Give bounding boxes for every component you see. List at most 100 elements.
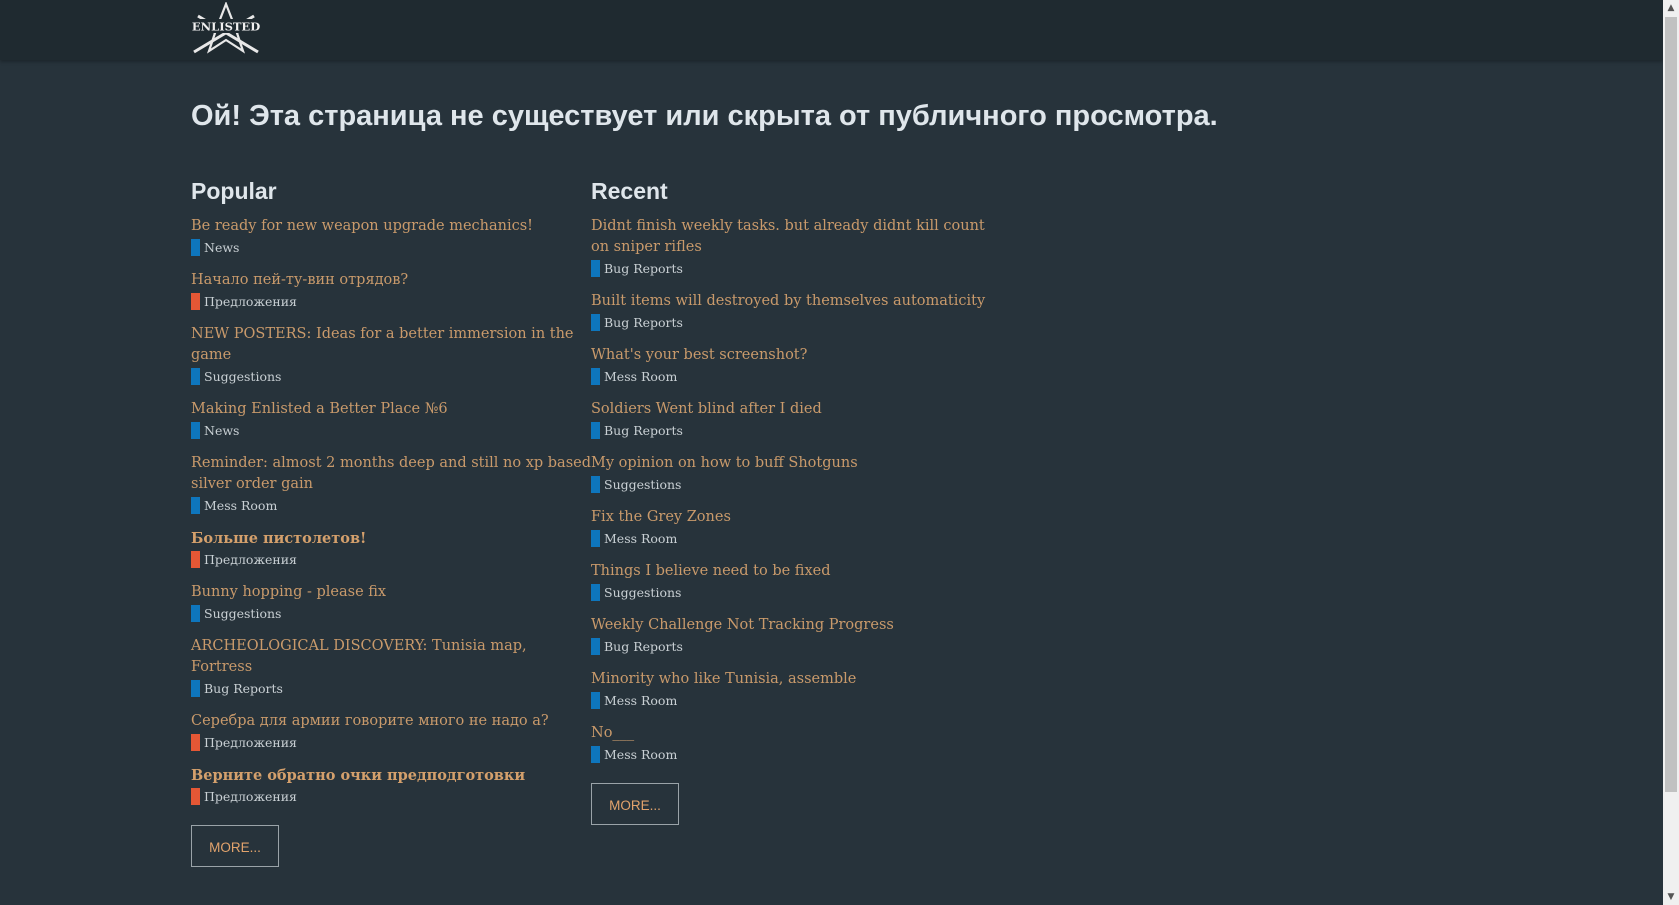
topic-link[interactable]: Things I believe need to be fixed (591, 561, 991, 582)
topic-item: Fix the Grey Zones Mess Room (591, 507, 991, 549)
topic-item: ARCHEOLOGICAL DISCOVERY: Tunisia map, Fo… (191, 636, 591, 699)
category-badge[interactable]: Mess Room (591, 690, 991, 711)
category-name[interactable]: Mess Room (604, 369, 677, 384)
category-badge[interactable]: Mess Room (591, 528, 991, 549)
category-name[interactable]: Suggestions (204, 606, 281, 621)
recent-more-button[interactable]: MORE... (591, 783, 679, 825)
scroll-down-arrow-icon[interactable]: ▼ (1663, 889, 1679, 905)
category-color-swatch (591, 368, 600, 385)
category-name[interactable]: Bug Reports (604, 315, 683, 330)
popular-more-button[interactable]: MORE... (191, 825, 279, 867)
recent-topic-list: Didnt finish weekly tasks. but already d… (591, 216, 991, 765)
category-color-swatch (591, 422, 600, 439)
topic-link[interactable]: Начало пей-ту-вин отрядов? (191, 270, 591, 291)
topic-item: Reminder: almost 2 months deep and still… (191, 453, 591, 516)
topic-link[interactable]: What's your best screenshot? (591, 345, 991, 366)
topic-item: Minority who like Tunisia, assemble Mess … (591, 669, 991, 711)
enlisted-logo[interactable]: ENLISTED (190, 2, 262, 54)
topic-link[interactable]: Fix the Grey Zones (591, 507, 991, 528)
category-color-swatch (191, 605, 200, 622)
topic-link[interactable]: No___ (591, 723, 991, 744)
category-badge[interactable]: Mess Room (191, 495, 591, 516)
topic-link[interactable]: Built items will destroyed by themselves… (591, 291, 991, 312)
topic-item: Больше пистолетов! Предложения (191, 528, 591, 570)
recent-column: Recent Didnt finish weekly tasks. but al… (591, 176, 991, 867)
category-color-swatch (191, 788, 200, 805)
category-color-swatch (591, 638, 600, 655)
category-name[interactable]: Mess Room (604, 531, 677, 546)
vertical-scrollbar[interactable]: ▲ ▼ (1663, 0, 1679, 905)
topic-link[interactable]: Didnt finish weekly tasks. but already d… (591, 216, 991, 258)
category-color-swatch (191, 497, 200, 514)
site-header: ENLISTED (0, 0, 1663, 60)
category-color-swatch (591, 476, 600, 493)
category-badge[interactable]: Suggestions (591, 582, 991, 603)
topic-item: Making Enlisted a Better Place №6 News (191, 399, 591, 441)
category-badge[interactable]: Bug Reports (191, 678, 591, 699)
topic-columns: Popular Be ready for new weapon upgrade … (191, 176, 1591, 867)
popular-topic-list: Be ready for new weapon upgrade mechanic… (191, 216, 591, 807)
category-badge[interactable]: Bug Reports (591, 312, 991, 333)
scroll-up-arrow-icon[interactable]: ▲ (1663, 0, 1679, 16)
topic-link[interactable]: Верните обратно очки предподготовки (191, 765, 591, 786)
category-badge[interactable]: Bug Reports (591, 636, 991, 657)
category-color-swatch (591, 692, 600, 709)
topic-link[interactable]: My opinion on how to buff Shotguns (591, 453, 991, 474)
topic-item: Things I believe need to be fixed Suggest… (591, 561, 991, 603)
category-badge[interactable]: Mess Room (591, 744, 991, 765)
category-badge[interactable]: Bug Reports (591, 258, 991, 279)
category-name[interactable]: Suggestions (204, 369, 281, 384)
category-badge[interactable]: Suggestions (191, 366, 591, 387)
category-badge[interactable]: Предложения (191, 786, 591, 807)
category-name[interactable]: Предложения (204, 552, 297, 567)
category-name[interactable]: Bug Reports (204, 681, 283, 696)
category-name[interactable]: Suggestions (604, 585, 681, 600)
topic-link[interactable]: Серебра для армии говорите много не надо… (191, 711, 591, 732)
main-content: Ой! Эта страница не существует или скрыт… (191, 80, 1591, 867)
category-name[interactable]: Bug Reports (604, 261, 683, 276)
category-name[interactable]: Mess Room (604, 693, 677, 708)
topic-item: Weekly Challenge Not Tracking Progress Bu… (591, 615, 991, 657)
category-badge[interactable]: Предложения (191, 291, 591, 312)
category-name[interactable]: Mess Room (204, 498, 277, 513)
category-badge[interactable]: Предложения (191, 732, 591, 753)
category-name[interactable]: Предложения (204, 735, 297, 750)
category-color-swatch (591, 584, 600, 601)
scroll-thumb[interactable] (1665, 17, 1677, 792)
popular-column: Popular Be ready for new weapon upgrade … (191, 176, 591, 867)
category-badge[interactable]: Предложения (191, 549, 591, 570)
category-badge[interactable]: Suggestions (591, 474, 991, 495)
category-color-swatch (191, 422, 200, 439)
category-color-swatch (591, 746, 600, 763)
category-name[interactable]: Bug Reports (604, 423, 683, 438)
topic-link[interactable]: NEW POSTERS: Ideas for a better immersio… (191, 324, 591, 366)
category-color-swatch (591, 260, 600, 277)
topic-link[interactable]: Weekly Challenge Not Tracking Progress (591, 615, 991, 636)
category-name[interactable]: Mess Room (604, 747, 677, 762)
topic-item: What's your best screenshot? Mess Room (591, 345, 991, 387)
category-badge[interactable]: News (191, 420, 591, 441)
category-badge[interactable]: Suggestions (191, 603, 591, 624)
category-name[interactable]: Suggestions (604, 477, 681, 492)
topic-link[interactable]: ARCHEOLOGICAL DISCOVERY: Tunisia map, Fo… (191, 636, 591, 678)
category-badge[interactable]: Mess Room (591, 366, 991, 387)
category-name[interactable]: Предложения (204, 294, 297, 309)
category-name[interactable]: Bug Reports (604, 639, 683, 654)
topic-item: Built items will destroyed by themselves… (591, 291, 991, 333)
category-name[interactable]: News (204, 423, 239, 438)
category-name[interactable]: News (204, 240, 239, 255)
category-badge[interactable]: News (191, 237, 591, 258)
category-badge[interactable]: Bug Reports (591, 420, 991, 441)
topic-link[interactable]: Be ready for new weapon upgrade mechanic… (191, 216, 591, 237)
topic-item: Верните обратно очки предподготовки Предл… (191, 765, 591, 807)
topic-item: Didnt finish weekly tasks. but already d… (591, 216, 991, 279)
category-name[interactable]: Предложения (204, 789, 297, 804)
topic-item: NEW POSTERS: Ideas for a better immersio… (191, 324, 591, 387)
page: ENLISTED Ой! Эта страница не существует … (0, 0, 1679, 905)
topic-link[interactable]: Больше пистолетов! (191, 528, 591, 549)
topic-link[interactable]: Making Enlisted a Better Place №6 (191, 399, 591, 420)
topic-link[interactable]: Minority who like Tunisia, assemble (591, 669, 991, 690)
topic-link[interactable]: Soldiers Went blind after I died (591, 399, 991, 420)
topic-link[interactable]: Reminder: almost 2 months deep and still… (191, 453, 591, 495)
topic-link[interactable]: Bunny hopping - please fix (191, 582, 591, 603)
